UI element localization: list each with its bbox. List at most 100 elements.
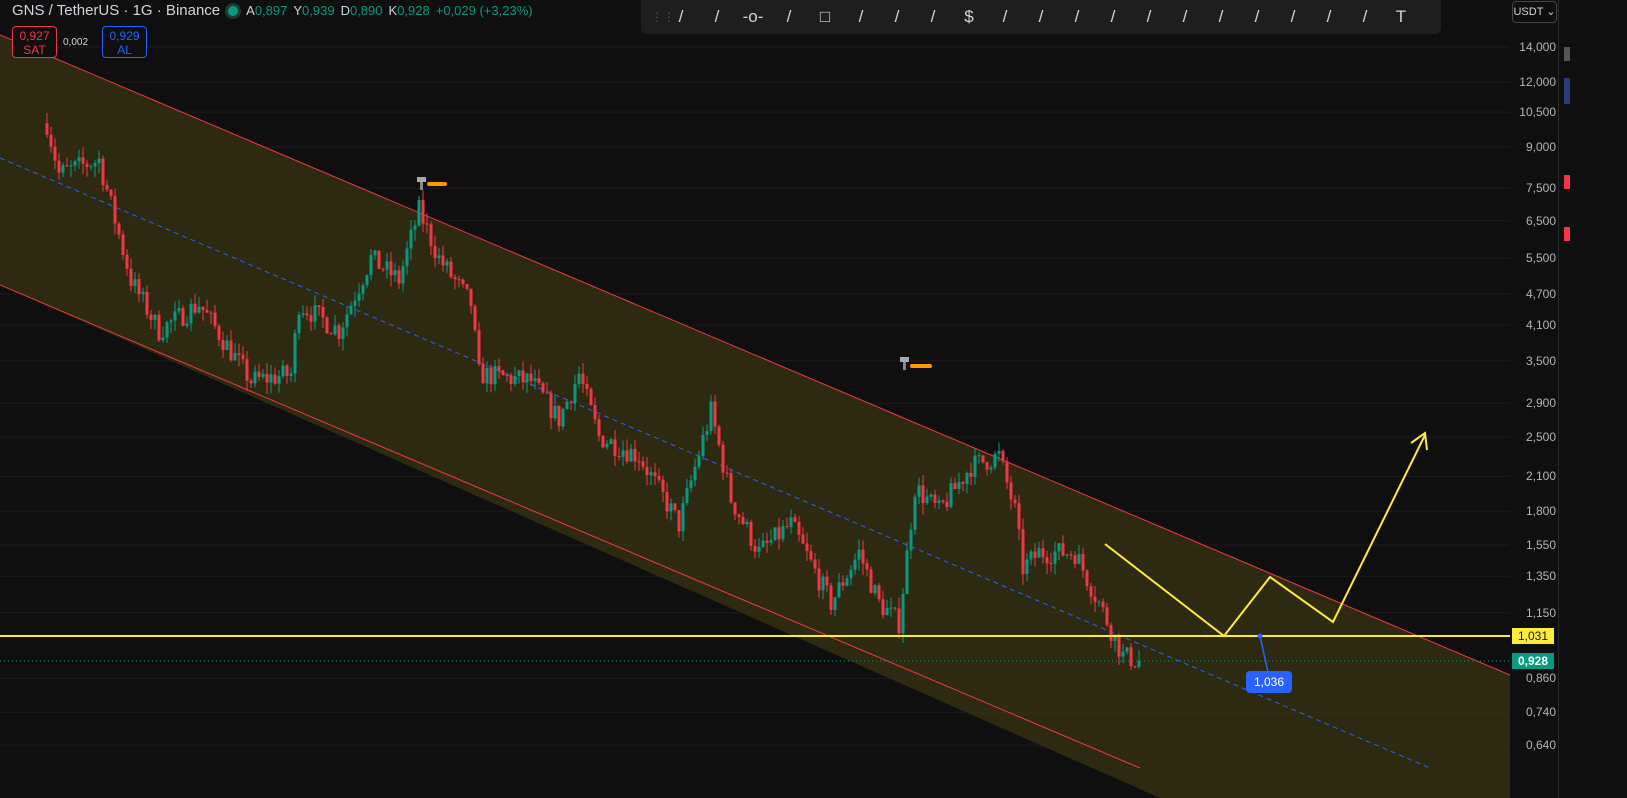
candle-body — [117, 223, 121, 235]
head-shoulders-icon[interactable]: / — [1095, 0, 1131, 34]
candle-body — [625, 450, 629, 462]
candle-body — [1089, 586, 1093, 597]
candle-body — [97, 158, 101, 163]
candle-body — [449, 261, 453, 277]
axis-tick: 2,900 — [1525, 396, 1556, 411]
candle-body — [81, 157, 85, 164]
marker-label[interactable]: 1,036 — [1246, 671, 1292, 693]
candle-body — [917, 485, 921, 497]
parallel-lines-icon[interactable]: / — [1023, 0, 1059, 34]
candle-body — [1073, 555, 1077, 564]
price-axis[interactable]: 14,000 12,000 10,500 9,000 7,500 6,500 5,500 4,… — [1510, 0, 1558, 798]
candle-body — [65, 165, 69, 167]
candle-body — [305, 313, 309, 316]
candle-body — [677, 509, 681, 532]
candle-body — [1001, 450, 1005, 462]
pitchfork-icon[interactable]: / — [1059, 0, 1095, 34]
buy-button[interactable]: 0,929 AL — [102, 26, 148, 58]
candle-body — [941, 500, 945, 502]
arc-icon[interactable]: / — [915, 0, 951, 34]
candle-body — [653, 472, 657, 476]
candle-body — [189, 303, 193, 324]
candle-body — [657, 475, 661, 480]
candle-body — [665, 492, 669, 512]
rectangle-icon[interactable]: □ — [807, 0, 843, 34]
candle-body — [513, 375, 517, 385]
text-icon[interactable]: T — [1383, 0, 1419, 34]
candle-body — [73, 161, 77, 166]
candle-body — [489, 368, 493, 385]
candle-body — [89, 166, 93, 168]
candle-body — [757, 546, 761, 552]
candle-body — [525, 373, 529, 383]
xabcd-pattern-icon[interactable]: / — [771, 0, 807, 34]
candle-body — [909, 530, 913, 551]
candle-body — [53, 146, 57, 161]
candle-body — [1133, 666, 1137, 668]
candle-body — [685, 487, 689, 504]
cypher-pattern-icon[interactable]: / — [1311, 0, 1347, 34]
candle-body — [809, 551, 813, 560]
symbol-title[interactable]: GNS / TetherUS · 1G · Binance — [12, 2, 220, 19]
sell-button[interactable]: 0,927 SAT — [12, 26, 57, 58]
candle-body — [365, 275, 369, 286]
candle-body — [889, 607, 893, 609]
candle-body — [193, 303, 197, 313]
last-price-label: 0,928 — [1512, 653, 1554, 669]
candle-body — [609, 439, 613, 444]
fib-extension-icon[interactable]: / — [1239, 0, 1275, 34]
candle-body — [285, 365, 289, 376]
candle-body — [497, 366, 501, 371]
candle-body — [353, 300, 357, 306]
axis-tick: 0,860 — [1525, 671, 1556, 686]
candle-body — [901, 593, 905, 634]
candle-body — [133, 279, 137, 287]
axis-tick: 2,100 — [1525, 469, 1556, 484]
axis-tick: 7,500 — [1525, 181, 1556, 196]
path-icon[interactable]: / — [1167, 0, 1203, 34]
candle-body — [1021, 529, 1025, 575]
low-value: D0,890 — [340, 3, 383, 18]
bars-pattern-icon[interactable]: / — [1203, 0, 1239, 34]
candle-body — [793, 517, 797, 523]
fib-retracement-icon[interactable]: / — [987, 0, 1023, 34]
candle-body — [273, 374, 277, 384]
candle-body — [245, 359, 249, 381]
candle-body — [1013, 499, 1017, 504]
candle-body — [1069, 554, 1073, 556]
elliott-wave-icon[interactable]: / — [1131, 0, 1167, 34]
candle-body — [705, 430, 709, 435]
candle-body — [709, 401, 713, 431]
price-range-icon[interactable]: / — [879, 0, 915, 34]
candle-body — [517, 370, 521, 376]
parallelogram-icon[interactable]: / — [843, 0, 879, 34]
candle-body — [149, 314, 153, 320]
candle-body — [821, 576, 825, 591]
candle-body — [505, 375, 509, 377]
measure-icon[interactable]: / — [1275, 0, 1311, 34]
candle-body — [833, 597, 837, 610]
drag-handle-icon[interactable]: ⋮⋮ — [651, 10, 675, 24]
candle-body — [929, 494, 933, 497]
candle-body — [265, 373, 269, 383]
right-panel — [1558, 0, 1627, 798]
ray-icon[interactable]: / — [1347, 0, 1383, 34]
price-label-icon[interactable]: $ — [951, 0, 987, 34]
candle-body — [509, 375, 513, 385]
candle-body — [1037, 548, 1041, 558]
candle-body — [293, 333, 297, 374]
candle-body — [317, 305, 321, 308]
parallel-channel-icon[interactable]: / — [663, 0, 699, 34]
candle-body — [241, 354, 245, 360]
trend-line-icon[interactable]: / — [699, 0, 735, 34]
marker-point[interactable] — [1257, 633, 1263, 639]
candle-body — [85, 163, 89, 167]
candle-body — [661, 479, 665, 493]
axis-tick: 0,640 — [1525, 738, 1556, 753]
candle-body — [569, 401, 573, 403]
candle-body — [621, 450, 625, 457]
candle-body — [905, 550, 909, 594]
candle-body — [213, 312, 217, 327]
horizontal-ray-icon[interactable]: -o- — [735, 0, 771, 34]
candle-body — [425, 223, 429, 225]
